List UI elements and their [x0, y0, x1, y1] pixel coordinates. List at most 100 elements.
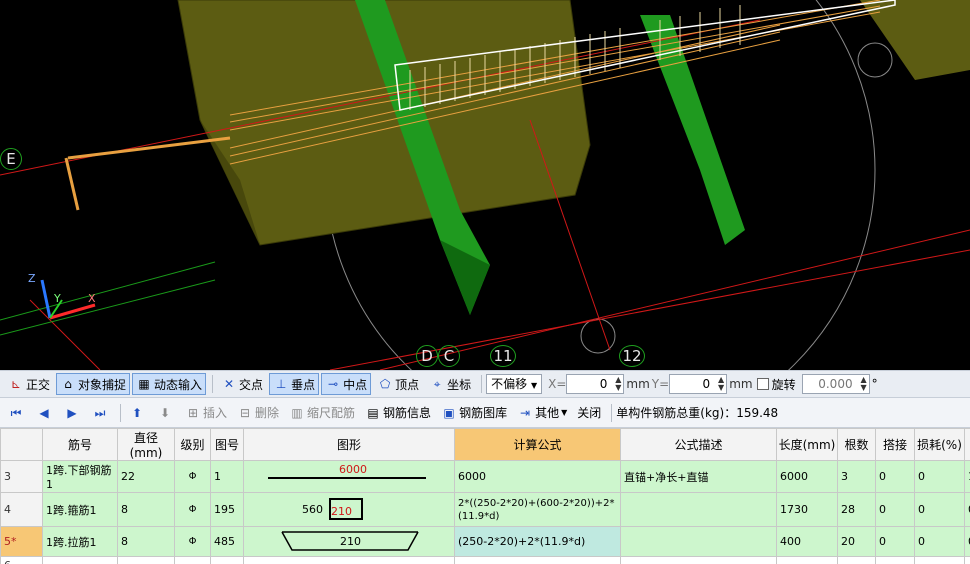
cell-diameter[interactable]: 8 — [117, 526, 175, 557]
row-number[interactable]: 4 — [0, 492, 43, 527]
cell-diameter[interactable]: 22 — [117, 460, 175, 493]
cell-bar-no[interactable] — [42, 556, 118, 564]
cell-shape[interactable] — [243, 556, 455, 564]
cell-shape[interactable]: 210 — [243, 526, 455, 557]
cell-loss[interactable]: 0 — [914, 492, 965, 527]
cell-formula[interactable]: 2*((250-2*20)+(600-2*20))+2*(11.9*d) — [454, 492, 621, 527]
col-header-length[interactable]: 长度(mm) — [776, 428, 838, 461]
cell-formula[interactable]: 6000 — [454, 460, 621, 493]
cell-length[interactable]: 1730 — [776, 492, 838, 527]
cell-figure-no[interactable]: 195 — [210, 492, 244, 527]
rotate-input[interactable]: 0.000 ▲ ▼ — [801, 374, 870, 394]
cell-lap[interactable]: 0 — [875, 492, 915, 527]
table-row[interactable]: 4 1跨.箍筋1 8 Φ 195 560 210 2*((250-2*20)+(… — [0, 492, 970, 527]
row-number[interactable]: 6 — [0, 556, 43, 564]
spinner-icon[interactable]: ▲ ▼ — [860, 376, 866, 392]
col-header-grade[interactable]: 级别 — [174, 428, 211, 461]
perpendicular-snap-button[interactable]: ⊥ 垂点 — [269, 373, 320, 395]
spinner-icon[interactable]: ▲ ▼ — [718, 376, 724, 392]
cell-formula-desc[interactable]: 直锚+净长+直锚 — [620, 460, 777, 493]
dynamic-input-button[interactable]: ▦ 动态输入 — [132, 373, 207, 395]
cell-length[interactable]: 400 — [776, 526, 838, 557]
delete-button[interactable]: ⊟ 删除 — [233, 402, 283, 424]
rebar-library-button[interactable]: ▣ 钢筋图库 — [437, 402, 511, 424]
table-row[interactable]: 3 1跨.下部钢筋1 22 Φ 1 6000 6000 直锚+净长+直锚 600… — [0, 460, 970, 493]
cell-unit[interactable]: 1 — [964, 460, 970, 493]
ortho-button[interactable]: ⊾ 正交 — [4, 373, 54, 395]
col-header-loss[interactable]: 损耗(%) — [914, 428, 965, 461]
prev-record-button[interactable]: ◀ — [32, 402, 58, 424]
offset-mode-select[interactable]: 不偏移 ▼ — [486, 374, 543, 394]
cell-lap[interactable] — [875, 556, 915, 564]
x-coordinate-input[interactable]: 0 ▲ ▼ — [566, 374, 625, 394]
close-button[interactable]: 关闭 — [573, 402, 605, 424]
cell-formula[interactable] — [454, 556, 621, 564]
cell-formula-desc[interactable] — [620, 492, 777, 527]
first-record-button[interactable]: ⏮ — [4, 402, 30, 424]
delete-icon: ⊟ — [239, 405, 251, 420]
object-snap-button[interactable]: ⌂ 对象捕捉 — [56, 373, 131, 395]
3d-viewport[interactable]: Z Y X E D C 11 12 — [0, 0, 970, 370]
col-header-figure-no[interactable]: 图号 — [210, 428, 244, 461]
col-header-diameter[interactable]: 直径(mm) — [117, 428, 175, 461]
viewport-canvas[interactable]: Z Y X — [0, 0, 970, 370]
move-down-button[interactable]: ⬇ — [153, 402, 179, 424]
cell-loss[interactable]: 0 — [914, 460, 965, 493]
cell-count[interactable]: 3 — [837, 460, 876, 493]
col-header-formula[interactable]: 计算公式 — [454, 428, 621, 461]
spinner-icon[interactable]: ▲ ▼ — [615, 376, 621, 392]
cell-count[interactable]: 28 — [837, 492, 876, 527]
scale-rebar-button[interactable]: ▥ 缩尺配筋 — [285, 402, 359, 424]
cell-diameter[interactable]: 8 — [117, 492, 175, 527]
y-coordinate-input[interactable]: 0 ▲ ▼ — [669, 374, 728, 394]
cell-shape[interactable]: 560 210 — [243, 492, 455, 527]
cell-formula-desc[interactable] — [620, 526, 777, 557]
cell-formula[interactable]: (250-2*20)+2*(11.9*d) — [454, 526, 621, 557]
cell-count[interactable]: 20 — [837, 526, 876, 557]
cell-grade[interactable]: Φ — [174, 492, 211, 527]
col-header-shape[interactable]: 图形 — [243, 428, 455, 461]
cell-formula-desc[interactable] — [620, 556, 777, 564]
col-header-count[interactable]: 根数 — [837, 428, 876, 461]
coordinate-snap-button[interactable]: ⌖ 坐标 — [425, 373, 475, 395]
cell-grade[interactable]: Φ — [174, 460, 211, 493]
cell-length[interactable] — [776, 556, 838, 564]
other-menu-button[interactable]: ⇥ 其他 ▼ — [513, 402, 571, 424]
col-header-bar-no[interactable]: 筋号 — [42, 428, 118, 461]
row-number[interactable]: 5* — [0, 526, 43, 557]
next-record-button[interactable]: ▶ — [60, 402, 86, 424]
cell-bar-no[interactable]: 1跨.拉筋1 — [42, 526, 118, 557]
cell-unit[interactable]: 0 — [964, 492, 970, 527]
col-header-formula-desc[interactable]: 公式描述 — [620, 428, 777, 461]
cell-loss[interactable]: 0 — [914, 526, 965, 557]
last-record-button[interactable]: ⏭ — [88, 402, 114, 424]
table-row-empty[interactable]: 6 — [0, 556, 970, 564]
insert-button[interactable]: ⊞ 插入 — [181, 402, 231, 424]
midpoint-snap-button[interactable]: ⊸ 中点 — [321, 373, 372, 395]
cell-figure-no[interactable]: 485 — [210, 526, 244, 557]
move-up-button[interactable]: ⬆ — [125, 402, 151, 424]
intersection-snap-button[interactable]: ✕ 交点 — [217, 373, 267, 395]
cell-grade[interactable]: Φ — [174, 526, 211, 557]
cell-lap[interactable]: 0 — [875, 526, 915, 557]
col-header-unit[interactable]: 单 — [964, 428, 970, 461]
cell-lap[interactable]: 0 — [875, 460, 915, 493]
col-header-lap[interactable]: 搭接 — [875, 428, 915, 461]
cell-loss[interactable] — [914, 556, 965, 564]
cell-bar-no[interactable]: 1跨.箍筋1 — [42, 492, 118, 527]
cell-length[interactable]: 6000 — [776, 460, 838, 493]
rebar-info-button[interactable]: ▤ 钢筋信息 — [361, 402, 435, 424]
cell-diameter[interactable] — [117, 556, 175, 564]
table-row-selected[interactable]: 5* 1跨.拉筋1 8 Φ 485 210 (250-2*20)+2*(11.9… — [0, 526, 970, 557]
cell-shape[interactable]: 6000 — [243, 460, 455, 493]
vertex-snap-button[interactable]: ⬠ 顶点 — [373, 373, 423, 395]
cell-grade[interactable] — [174, 556, 211, 564]
rotate-checkbox[interactable] — [756, 378, 769, 390]
cell-count[interactable] — [837, 556, 876, 564]
cell-unit[interactable] — [964, 556, 970, 564]
cell-bar-no[interactable]: 1跨.下部钢筋1 — [42, 460, 118, 493]
cell-unit[interactable]: 0 — [964, 526, 970, 557]
row-number[interactable]: 3 — [0, 460, 43, 493]
cell-figure-no[interactable]: 1 — [210, 460, 244, 493]
cell-figure-no[interactable] — [210, 556, 244, 564]
